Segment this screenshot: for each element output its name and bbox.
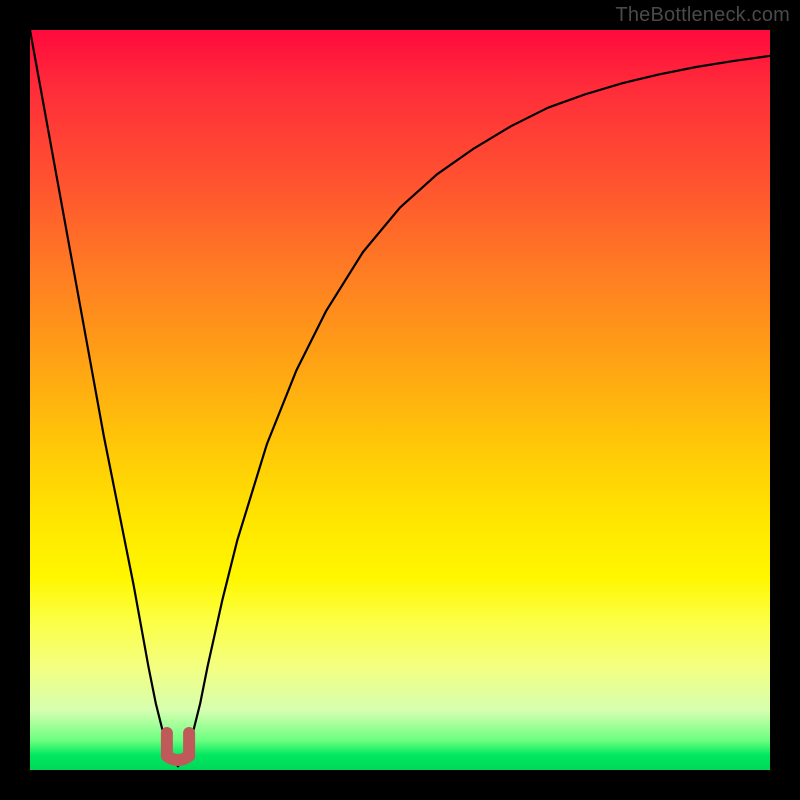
chart-frame: TheBottleneck.com <box>0 0 800 800</box>
plot-area <box>30 30 770 770</box>
notch-marker-icon <box>167 733 189 760</box>
bottleneck-curve <box>30 30 770 766</box>
curve-svg <box>30 30 770 770</box>
watermark-text: TheBottleneck.com <box>615 4 790 27</box>
